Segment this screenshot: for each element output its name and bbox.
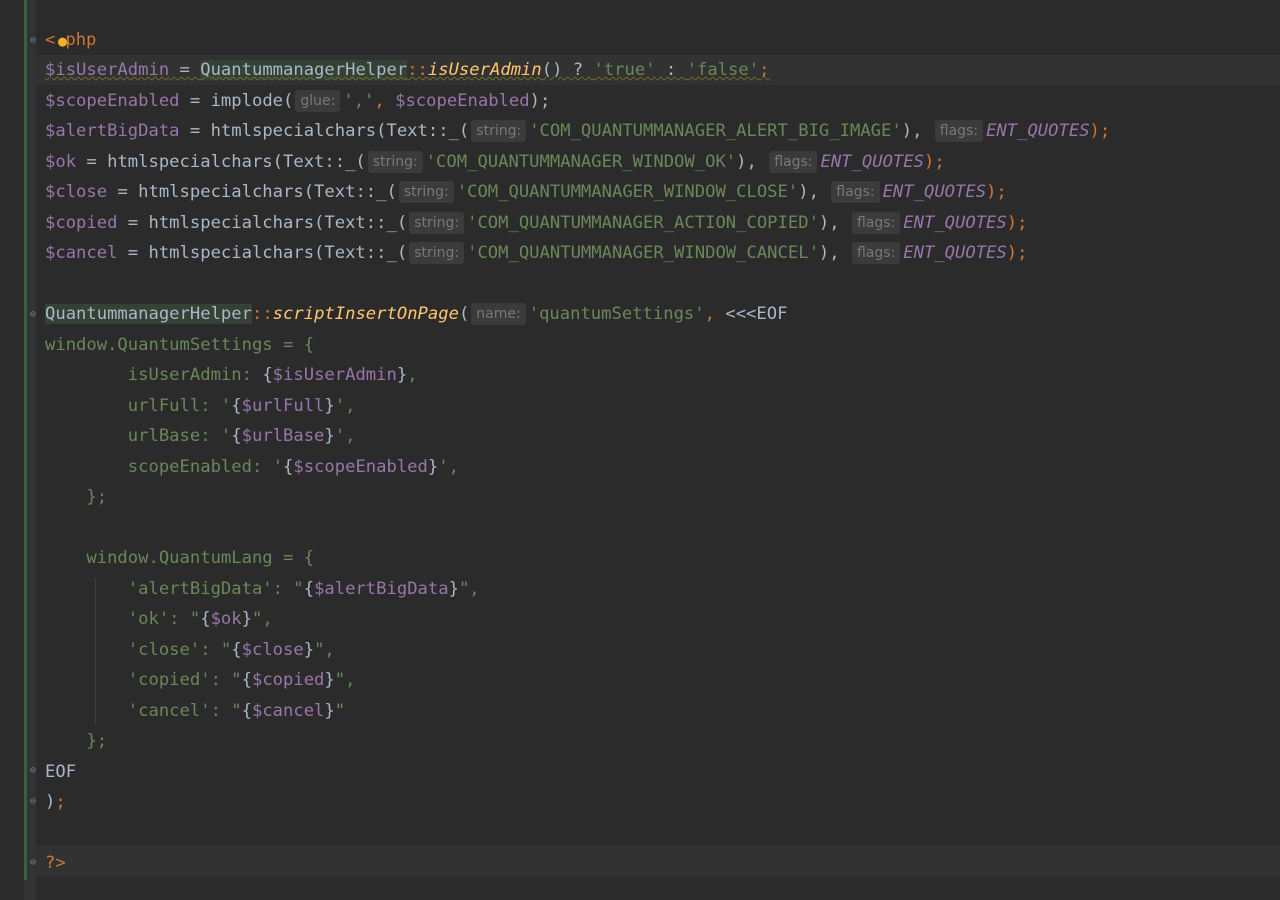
parameter-hint: string: (409, 242, 465, 264)
code-line-22[interactable]: 'copied': "{$copied}", (45, 665, 356, 695)
code-line-25[interactable]: EOF (45, 757, 76, 787)
code-line-23[interactable]: 'cancel': "{$cancel}" (45, 696, 345, 726)
fold-marker-icon[interactable]: ⊖ (30, 35, 41, 46)
php-open-lt: < (45, 30, 56, 50)
code-line-10[interactable]: QuantummanagerHelper::scriptInsertOnPage… (45, 299, 787, 329)
code-line-16[interactable]: }; (45, 482, 107, 512)
fold-marker-icon[interactable]: ⊖ (30, 765, 41, 776)
constant: ENT_QUOTES (820, 152, 924, 172)
parameter-hint: flags: (831, 181, 880, 203)
parameter-hint: flags: (851, 212, 901, 234)
code-line-24[interactable]: }; (45, 726, 107, 756)
code-line-26[interactable]: ); (45, 787, 66, 817)
code-line-20[interactable]: 'ok': "{$ok}", (45, 604, 273, 634)
variable: $scopeEnabled (45, 91, 180, 111)
fold-marker-icon[interactable]: ⊖ (30, 796, 41, 807)
code-line-21[interactable]: 'close': "{$close}", (45, 635, 335, 665)
code-line-19[interactable]: 'alertBigData': "{$alertBigData}", (45, 574, 480, 604)
code-line-5[interactable]: $ok = htmlspecialchars(Text::_(string: 'C… (45, 147, 945, 177)
code-line-7[interactable]: $copied = htmlspecialchars(Text::_(strin… (45, 208, 1027, 238)
static-method: scriptInsertOnPage (272, 304, 459, 324)
code-line-2[interactable]: $isUserAdmin = QuantummanagerHelper::isU… (45, 55, 769, 85)
code-line-3[interactable]: $scopeEnabled = implode(glue: ',', $scope… (45, 86, 550, 116)
constant: ENT_QUOTES (903, 243, 1007, 263)
static-method: isUserAdmin (427, 60, 542, 80)
lightbulb-icon[interactable]: ● (58, 33, 72, 49)
parameter-hint: string: (398, 181, 454, 203)
variable: $copied (45, 213, 118, 233)
code-line-6[interactable]: $close = htmlspecialchars(Text::_(string… (45, 177, 1007, 207)
class-name: QuantummanagerHelper (200, 60, 408, 80)
class-name: QuantummanagerHelper (45, 304, 252, 324)
code-line-18[interactable]: window.QuantumLang = { (45, 543, 314, 573)
variable: $close (45, 182, 108, 202)
code-line-12[interactable]: isUserAdmin: {$isUserAdmin}, (45, 360, 418, 390)
parameter-hint: string: (471, 120, 527, 142)
vcs-change-marker[interactable] (24, 0, 27, 880)
code-line-13[interactable]: urlFull: '{$urlFull}', (45, 391, 356, 421)
parameter-hint: string: (367, 151, 423, 173)
line-highlight-close-tag (36, 846, 1280, 876)
code-editor[interactable]: ⊖ ⊖ ⊖ ⊖ ⊖ < php ● $isUserAdmin = Quantumm… (0, 0, 1280, 900)
code-line-15[interactable]: scopeEnabled: '{$scopeEnabled}', (45, 452, 459, 482)
parameter-hint: flags: (851, 242, 901, 264)
variable: $alertBigData (45, 121, 180, 141)
parameter-hint: name: (471, 303, 526, 325)
variable: $isUserAdmin (45, 60, 170, 80)
fold-marker-icon[interactable]: ⊖ (30, 857, 41, 868)
fold-marker-icon[interactable]: ⊖ (30, 309, 41, 320)
code-line-28[interactable]: ?> (45, 848, 66, 878)
code-line-8[interactable]: $cancel = htmlspecialchars(Text::_(strin… (45, 238, 1027, 268)
parameter-hint: flags: (769, 151, 818, 173)
constant: ENT_QUOTES (903, 213, 1007, 233)
variable: $ok (45, 152, 77, 172)
editor-top-bar (0, 0, 1280, 24)
code-line-11[interactable]: window.QuantumSettings = { (45, 330, 314, 360)
parameter-hint: string: (409, 212, 465, 234)
code-line-14[interactable]: urlBase: '{$urlBase}', (45, 421, 356, 451)
parameter-hint: glue: (295, 90, 341, 112)
variable: $cancel (45, 243, 118, 263)
parameter-hint: flags: (934, 120, 984, 142)
constant: ENT_QUOTES (882, 182, 987, 202)
constant: ENT_QUOTES (986, 121, 1090, 141)
code-line-4[interactable]: $alertBigData = htmlspecialchars(Text::_… (45, 116, 1110, 146)
